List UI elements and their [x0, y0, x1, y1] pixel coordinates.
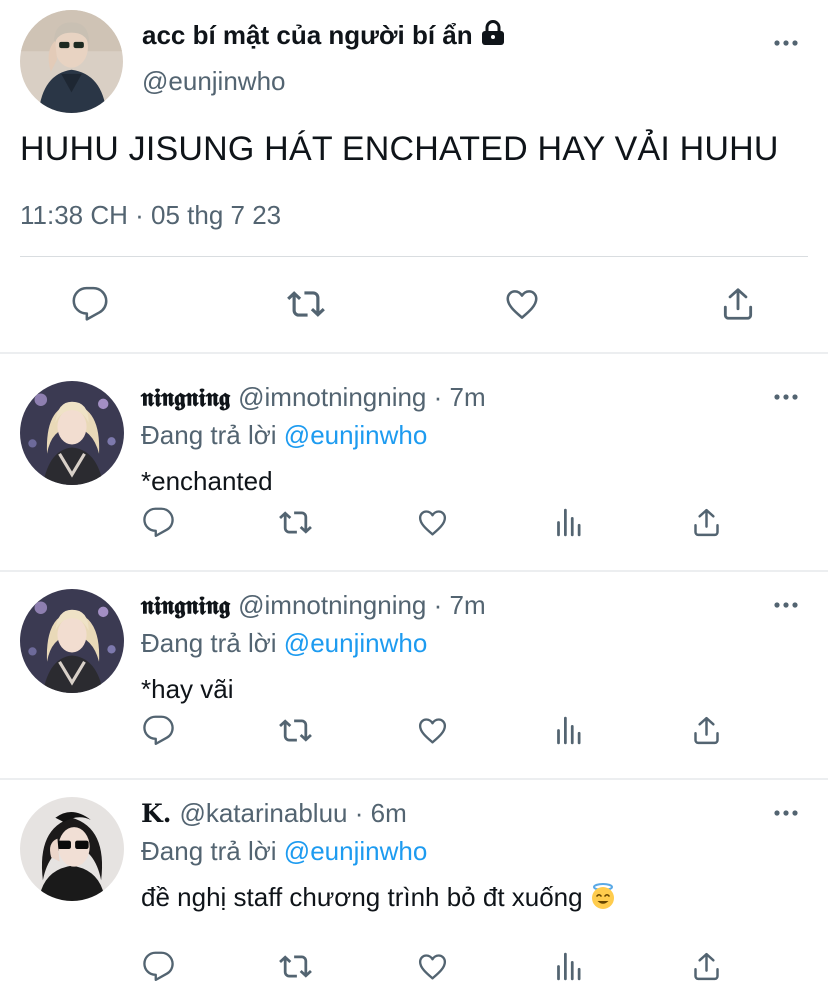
reply-handle[interactable]: @katarinabluu	[179, 798, 347, 828]
reply-handle[interactable]: @imnotningning	[238, 590, 426, 620]
share-icon	[693, 508, 719, 536]
reply-time[interactable]: 7m	[450, 590, 486, 620]
dot-separator: ·	[433, 382, 443, 412]
divider	[20, 256, 808, 257]
main-tweet-timestamp[interactable]: 11:38 CH · 05 thg 7 23	[20, 200, 281, 231]
reply-icon	[142, 507, 174, 537]
share-button[interactable]	[688, 504, 724, 540]
replying-to-mention[interactable]: @eunjinwho	[284, 628, 427, 658]
retweet-icon	[278, 954, 312, 978]
like-button[interactable]	[414, 504, 450, 540]
replying-to-label: Đang trả lời	[141, 628, 277, 658]
reply-avatar[interactable]	[20, 589, 124, 693]
reply-tweet[interactable]: 𝖓𝖎𝖓𝖌𝖓𝖎𝖓𝖌 @imnotningning · 7m Đang trả lời…	[0, 354, 828, 562]
analytics-icon	[556, 952, 580, 980]
reply-avatar[interactable]	[20, 797, 124, 901]
reply-handle[interactable]: @imnotningning	[238, 382, 426, 412]
share-icon	[693, 952, 719, 980]
replying-to-mention[interactable]: @eunjinwho	[284, 836, 427, 866]
lock-icon	[481, 20, 505, 53]
retweet-button[interactable]	[277, 948, 313, 984]
main-tweet-handle[interactable]: @eunjinwho	[142, 66, 285, 97]
analytics-button[interactable]	[551, 948, 587, 984]
more-icon[interactable]	[773, 30, 799, 56]
dot-separator: ·	[433, 590, 443, 620]
like-icon	[418, 509, 446, 535]
reply-tweet[interactable]: 𝐊. @katarinabluu · 6m Đang trả lời @eunji…	[0, 770, 828, 981]
retweet-button[interactable]	[286, 284, 326, 324]
reply-display-name[interactable]: 𝐊.	[141, 799, 171, 828]
share-button[interactable]	[718, 284, 758, 324]
analytics-icon	[556, 716, 580, 744]
analytics-button[interactable]	[551, 712, 587, 748]
analytics-button[interactable]	[551, 504, 587, 540]
reply-time[interactable]: 7m	[450, 382, 486, 412]
reply-text-container: đề nghị staff chương trình bỏ đt xuống	[141, 882, 617, 917]
retweet-button[interactable]	[277, 712, 313, 748]
like-icon	[418, 953, 446, 979]
reply-icon	[72, 286, 108, 321]
replying-to-label: Đang trả lời	[141, 420, 277, 450]
retweet-icon	[287, 291, 325, 317]
like-button[interactable]	[414, 948, 450, 984]
reply-author[interactable]: 𝐊. @katarinabluu · 6m	[141, 798, 407, 829]
reply-button[interactable]	[70, 284, 110, 324]
reply-icon	[142, 715, 174, 745]
share-icon	[693, 716, 719, 744]
reply-text: đề nghị staff chương trình bỏ đt xuống	[141, 882, 583, 912]
reply-text: *hay vãi	[141, 674, 234, 704]
share-button[interactable]	[688, 948, 724, 984]
retweet-button[interactable]	[277, 504, 313, 540]
reply-tweet[interactable]: 𝖓𝖎𝖓𝖌𝖓𝖎𝖓𝖌 @imnotningning · 7m Đang trả lời…	[0, 562, 828, 770]
like-button[interactable]	[502, 284, 542, 324]
replying-to: Đang trả lời @eunjinwho	[141, 420, 427, 451]
main-tweet-display-name[interactable]: acc bí mật của người bí ẩn	[142, 20, 473, 50]
like-icon	[506, 290, 538, 319]
reply-text: *enchanted	[141, 466, 273, 496]
replying-to: Đang trả lời @eunjinwho	[141, 628, 427, 659]
smiling-face-with-halo-icon	[589, 882, 617, 917]
reply-icon	[142, 951, 174, 981]
replying-to: Đang trả lời @eunjinwho	[141, 836, 427, 867]
more-icon[interactable]	[773, 592, 799, 618]
reply-avatar[interactable]	[20, 381, 124, 485]
reply-author[interactable]: 𝖓𝖎𝖓𝖌𝖓𝖎𝖓𝖌 @imnotningning · 7m	[141, 590, 486, 621]
share-icon	[723, 288, 753, 320]
retweet-icon	[278, 510, 312, 534]
main-tweet-text: HUHU JISUNG HÁT ENCHATED HAY VẢI HUHU	[20, 130, 779, 168]
reply-button[interactable]	[140, 948, 176, 984]
share-button[interactable]	[688, 712, 724, 748]
more-icon[interactable]	[773, 384, 799, 410]
more-icon[interactable]	[773, 800, 799, 826]
reply-display-name[interactable]: 𝖓𝖎𝖓𝖌𝖓𝖎𝖓𝖌	[141, 383, 230, 412]
like-button[interactable]	[414, 712, 450, 748]
like-icon	[418, 717, 446, 743]
reply-author[interactable]: 𝖓𝖎𝖓𝖌𝖓𝖎𝖓𝖌 @imnotningning · 7m	[141, 382, 486, 413]
dot-separator: ·	[354, 798, 364, 828]
reply-button[interactable]	[140, 504, 176, 540]
analytics-icon	[556, 508, 580, 536]
main-tweet-author[interactable]: acc bí mật của người bí ẩn	[142, 20, 505, 53]
replying-to-mention[interactable]: @eunjinwho	[284, 420, 427, 450]
replying-to-label: Đang trả lời	[141, 836, 277, 866]
retweet-icon	[278, 718, 312, 742]
reply-display-name[interactable]: 𝖓𝖎𝖓𝖌𝖓𝖎𝖓𝖌	[141, 591, 230, 620]
reply-time[interactable]: 6m	[371, 798, 407, 828]
main-tweet-avatar[interactable]	[20, 10, 123, 113]
reply-button[interactable]	[140, 712, 176, 748]
